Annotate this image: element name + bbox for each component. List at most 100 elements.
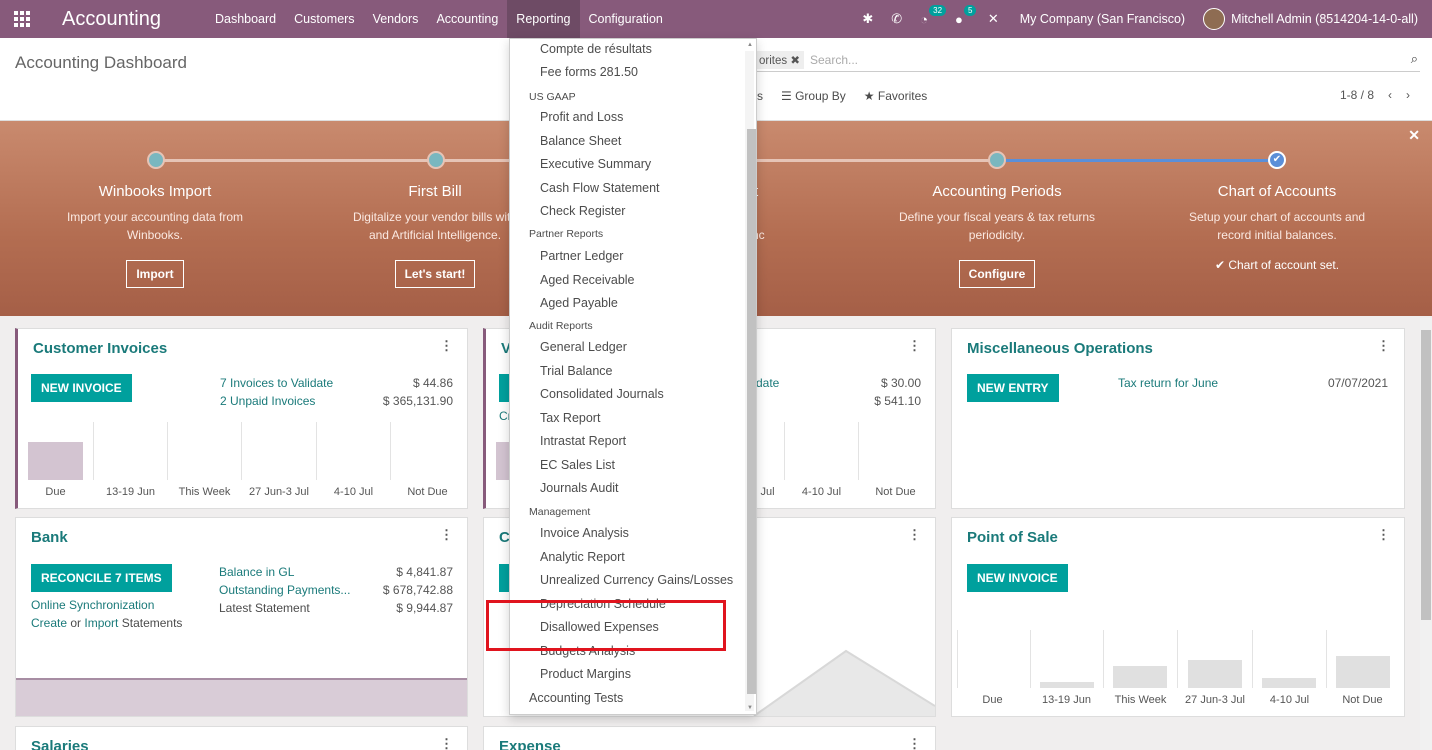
bank-balance-chart[interactable]	[16, 678, 467, 716]
invoices-to-validate-link[interactable]: 7 Invoices to Validate	[220, 376, 333, 390]
tax-return-link[interactable]: Tax return for June	[1118, 376, 1218, 390]
search-input[interactable]: Search...	[810, 53, 858, 67]
menu-accounting[interactable]: Accounting	[427, 0, 507, 38]
dropdown-item-consolidated-journals[interactable]: Consolidated Journals	[540, 387, 664, 401]
menu-dashboard[interactable]: Dashboard	[206, 0, 285, 38]
menu-reporting[interactable]: Reporting	[507, 0, 580, 38]
kebab-menu-icon[interactable]: ⋮	[908, 527, 921, 543]
dropdown-item-partner-ledger[interactable]: Partner Ledger	[540, 249, 623, 263]
dropdown-item-general-ledger[interactable]: General Ledger	[540, 340, 627, 354]
page-scrollbar-thumb[interactable]	[1421, 330, 1431, 620]
dropdown-item-invoice-analysis[interactable]: Invoice Analysis	[540, 526, 629, 540]
menu-configuration[interactable]: Configuration	[580, 0, 672, 38]
close-icon[interactable]: ✕	[1408, 127, 1420, 144]
card-title[interactable]: Expense	[499, 738, 561, 750]
avatar[interactable]	[1203, 8, 1226, 30]
dropdown-item-fee-forms-281-50[interactable]: Fee forms 281.50	[540, 65, 638, 79]
pager-previous-icon[interactable]: ‹	[1388, 88, 1392, 102]
dropdown-section-audit-reports: Audit Reports	[529, 320, 593, 332]
date: 07/07/2021	[1327, 376, 1388, 390]
step-title: t	[754, 183, 780, 200]
import-link[interactable]: Import	[84, 616, 118, 630]
dropdown-scrollbar-thumb[interactable]	[747, 129, 756, 694]
kebab-menu-icon[interactable]: ⋮	[1377, 338, 1390, 354]
dropdown-item-trial-balance[interactable]: Trial Balance	[540, 364, 613, 378]
new-invoice-button[interactable]: NEW INVOICE	[31, 374, 132, 402]
card-title[interactable]: Miscellaneous Operations	[967, 340, 1153, 357]
top-navbar: Accounting Dashboard Customers Vendors A…	[0, 0, 1432, 38]
chart-label: 27 Jun-3 Jul	[1185, 694, 1245, 706]
dropdown-item-profit-and-loss[interactable]: Profit and Loss	[540, 110, 623, 124]
scroll-down-icon[interactable]: ▼	[747, 705, 753, 711]
dropdown-item-tax-report[interactable]: Tax Report	[540, 411, 600, 425]
dropdown-item-cash-flow-statement[interactable]: Cash Flow Statement	[540, 181, 660, 195]
dropdown-item-ec-sales-list[interactable]: EC Sales List	[540, 458, 615, 472]
dropdown-item-analytic-report[interactable]: Analytic Report	[540, 550, 625, 564]
dropdown-item-aged-payable[interactable]: Aged Payable	[540, 296, 618, 310]
kebab-menu-icon[interactable]: ⋮	[440, 527, 453, 543]
pos-chart[interactable]: Due 13-19 Jun This Week 27 Jun-3 Jul 4-1…	[952, 630, 1404, 708]
group-by-button[interactable]: ☰ Group By	[781, 89, 846, 103]
menu-vendors[interactable]: Vendors	[364, 0, 428, 38]
systray: ✱ ✆ ◔ 32 ● 5 ✕ My Company (San Francisco) …	[853, 0, 1418, 38]
online-sync-link[interactable]: Online Synchronization	[31, 598, 154, 612]
create-link[interactable]: Create	[31, 616, 67, 630]
filters-button[interactable]: s	[757, 89, 763, 103]
chart-label: Not Due	[407, 486, 448, 498]
user-menu[interactable]: Mitchell Admin (8514204-14-0-all)	[1231, 12, 1418, 26]
lets-start-button[interactable]: Let's start!	[394, 260, 476, 288]
card-title[interactable]: Salaries	[31, 738, 89, 750]
bug-icon[interactable]: ✱	[862, 11, 873, 27]
kebab-menu-icon[interactable]: ⋮	[1377, 527, 1390, 543]
dropdown-item-executive-summary[interactable]: Executive Summary	[540, 157, 651, 171]
kebab-menu-icon[interactable]: ⋮	[908, 338, 921, 354]
bills-to-validate-link[interactable]: date	[756, 376, 779, 390]
dropdown-item-intrastat-report[interactable]: Intrastat Report	[540, 434, 626, 448]
chat-icon[interactable]: ● 5	[955, 4, 977, 27]
new-entry-button[interactable]: NEW ENTRY	[967, 374, 1059, 402]
import-button[interactable]: Import	[126, 260, 184, 288]
unpaid-invoices-link[interactable]: 2 Unpaid Invoices	[220, 394, 315, 408]
outstanding-payments-link[interactable]: Outstanding Payments...	[219, 583, 350, 597]
company-switcher[interactable]: My Company (San Francisco)	[1020, 12, 1185, 26]
configure-button[interactable]: Configure	[958, 260, 1036, 288]
tools-icon[interactable]: ✕	[988, 11, 999, 27]
chart-bar	[28, 442, 83, 480]
balance-gl-link[interactable]: Balance in GL	[219, 565, 294, 579]
dropdown-item-aged-receivable[interactable]: Aged Receivable	[540, 273, 635, 287]
card-title[interactable]: Bank	[31, 529, 68, 546]
search-bar[interactable]: orites ✖ Search... ⌕	[755, 48, 1420, 72]
favorites-button[interactable]: ★ Favorites	[864, 89, 927, 103]
dropdown-item-unrealized-currency-gains-losses[interactable]: Unrealized Currency Gains/Losses	[540, 573, 733, 587]
amount: $ 541.10	[874, 394, 921, 408]
card-title[interactable]: Customer Invoices	[33, 340, 167, 357]
pager-next-icon[interactable]: ›	[1406, 88, 1410, 102]
search-icon[interactable]: ⌕	[1411, 51, 1418, 67]
dropdown-item-compte-de-r-sultats[interactable]: Compte de résultats	[540, 42, 652, 56]
pager-value[interactable]: 1-8 / 8	[1340, 88, 1374, 102]
kebab-menu-icon[interactable]: ⋮	[908, 736, 921, 750]
dropdown-item-accounting-tests[interactable]: Accounting Tests	[529, 691, 623, 705]
phone-icon[interactable]: ✆	[891, 11, 902, 27]
dropdown-item-check-register[interactable]: Check Register	[540, 204, 625, 218]
new-invoice-button[interactable]: NEW INVOICE	[967, 564, 1068, 592]
step-title: Chart of Accounts	[1217, 183, 1337, 200]
card-title[interactable]: Point of Sale	[967, 529, 1058, 546]
chart-bar	[1188, 660, 1242, 688]
kebab-menu-icon[interactable]: ⋮	[440, 736, 453, 750]
invoice-chart[interactable]: Due 13-19 Jun This Week 27 Jun-3 Jul 4-1…	[18, 422, 467, 500]
chart-label: Due	[45, 486, 66, 498]
search-facet[interactable]: orites ✖	[755, 50, 804, 69]
step-desc: record initial balances.	[1217, 228, 1337, 242]
scroll-up-icon[interactable]: ▲	[747, 42, 753, 48]
dropdown-item-product-margins[interactable]: Product Margins	[540, 667, 631, 681]
step-desc: Define your fiscal years & tax returns	[898, 210, 1096, 224]
dropdown-item-balance-sheet[interactable]: Balance Sheet	[540, 134, 621, 148]
apps-menu-icon[interactable]	[0, 0, 44, 38]
activity-clock-icon[interactable]: ◔ 32	[920, 4, 947, 27]
kebab-menu-icon[interactable]: ⋮	[440, 338, 453, 354]
reconcile-button[interactable]: RECONCILE 7 ITEMS	[31, 564, 172, 592]
dropdown-item-journals-audit[interactable]: Journals Audit	[540, 481, 619, 495]
app-brand[interactable]: Accounting	[62, 8, 161, 31]
menu-customers[interactable]: Customers	[285, 0, 363, 38]
